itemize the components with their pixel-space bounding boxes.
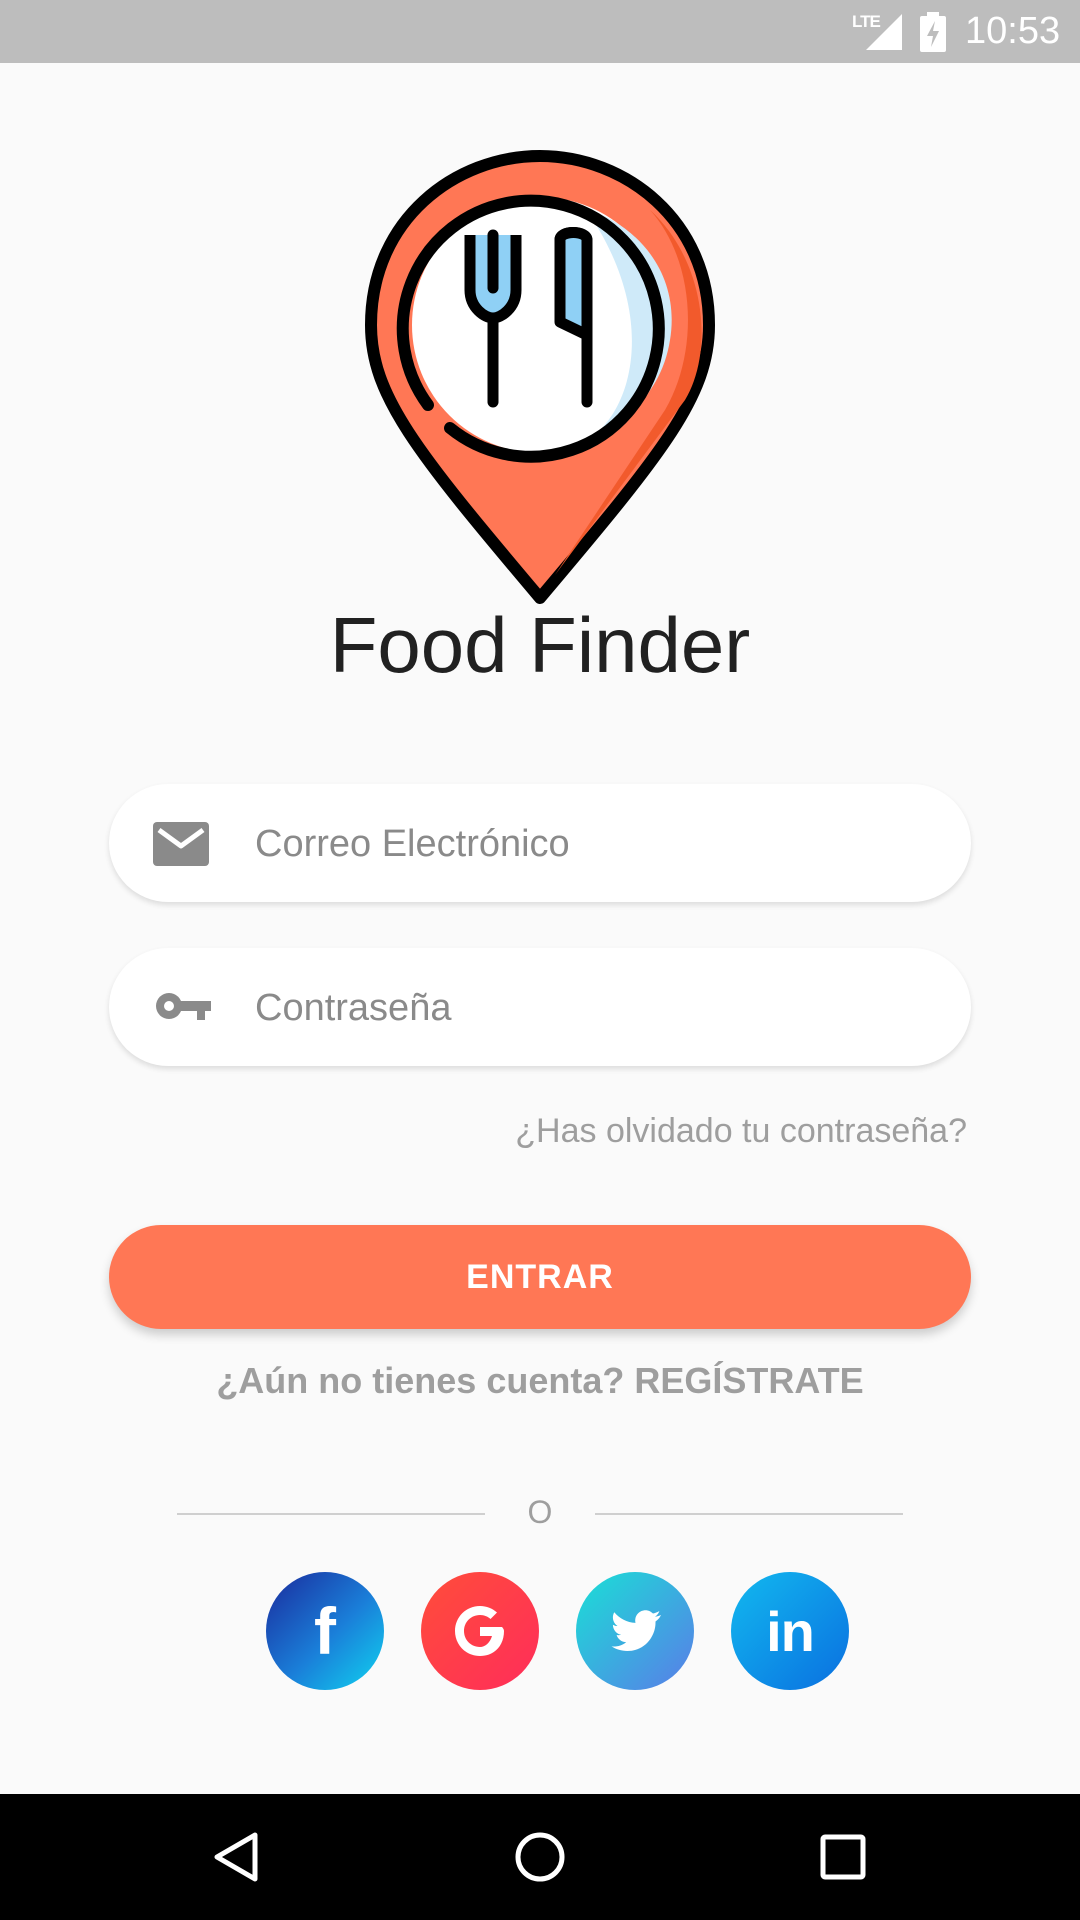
forgot-password-link[interactable]: ¿Has olvidado tu contraseña? [515,1112,967,1151]
recents-button[interactable] [783,1794,903,1920]
back-button[interactable] [176,1794,296,1920]
key-icon [156,993,211,1020]
app-title: Food Finder [329,601,751,689]
linkedin-icon: in [766,1599,815,1663]
twitter-icon [611,1610,661,1651]
register-link[interactable]: ¿Aún no tienes cuenta? REGÍSTRATE [0,1360,1080,1402]
status-bar: LTE 10:53 [0,0,1080,63]
signal-icon [866,14,902,50]
email-icon [153,822,209,866]
clock: 10:53 [965,10,1061,52]
linkedin-login-button[interactable]: in [731,1572,849,1690]
email-field-container[interactable] [109,784,971,902]
google-login-button[interactable] [421,1572,539,1690]
home-icon [515,1832,565,1882]
email-input[interactable] [253,808,937,880]
twitter-login-button[interactable] [576,1572,694,1690]
back-icon [214,1832,258,1882]
password-field-container[interactable] [109,948,971,1066]
google-icon [455,1606,504,1656]
password-input[interactable] [253,972,937,1044]
facebook-icon: f [314,1594,336,1668]
food-finder-logo [365,150,715,604]
divider-label: O [527,1494,553,1530]
facebook-login-button[interactable]: f [266,1572,384,1690]
navigation-bar [0,1794,1080,1920]
home-button[interactable] [480,1794,600,1920]
divider-line-right [595,1513,903,1515]
login-button[interactable]: ENTRAR [109,1225,971,1329]
battery-charging-icon [920,12,946,52]
recents-icon [820,1834,866,1880]
